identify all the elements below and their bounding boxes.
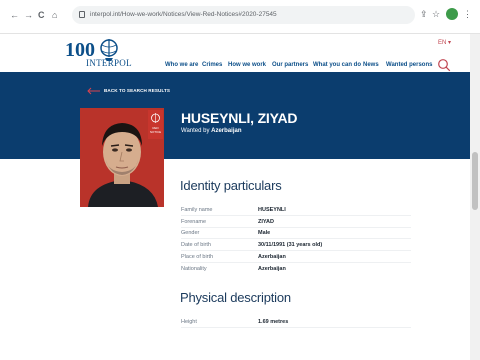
badge-label: RED NOTICE: [149, 126, 162, 134]
identity-label: Date of birth: [181, 242, 211, 248]
search-icon[interactable]: [437, 58, 451, 72]
bookmark-star-icon[interactable]: ☆: [432, 9, 440, 19]
identity-value: Azerbaijan: [258, 266, 286, 272]
nav-what-you-can-do[interactable]: What you can do: [313, 61, 361, 69]
language-selector[interactable]: EN ▾: [438, 39, 451, 46]
person-name: HUSEYNLI, ZIYAD: [181, 110, 298, 126]
profile-avatar-icon[interactable]: [446, 8, 458, 20]
identity-label: Place of birth: [181, 254, 214, 260]
address-bar[interactable]: interpol.int/How-we-work/Notices/View-Re…: [72, 6, 415, 24]
browser-toolbar: ← → C ⌂ interpol.int/How-we-work/Notices…: [0, 0, 480, 34]
nav-wanted-persons[interactable]: Wanted persons: [386, 61, 432, 69]
row-divider: [181, 250, 411, 251]
physical-description-heading: Physical description: [180, 290, 291, 305]
wanted-by: Wanted by Azerbaijan: [181, 128, 241, 134]
wanted-by-country: Azerbaijan: [211, 128, 242, 134]
page: ← → C ⌂ interpol.int/How-we-work/Notices…: [0, 0, 480, 360]
logo-text: INTERPOL: [86, 58, 132, 68]
forward-arrow-icon[interactable]: →: [24, 10, 33, 20]
identity-value: HUSEYNLI: [258, 207, 286, 213]
nav-who-we-are[interactable]: Who we are: [165, 61, 198, 69]
identity-label: Family name: [181, 207, 213, 213]
nav-our-partners[interactable]: Our partners: [272, 61, 308, 69]
identity-value: Azerbaijan: [258, 254, 286, 260]
identity-label: Forename: [181, 219, 207, 225]
page-scrollbar[interactable]: [470, 34, 480, 360]
identity-label: Gender: [181, 230, 200, 236]
row-divider: [181, 327, 411, 328]
identity-value: 30/11/1991 (31 years old): [258, 242, 323, 248]
interpol-emblem-icon: [151, 113, 160, 123]
nav-news[interactable]: News: [363, 61, 379, 69]
identity-label: Nationality: [181, 266, 207, 272]
back-link-label: BACK TO SEARCH RESULTS: [104, 88, 171, 93]
nav-crimes[interactable]: Crimes: [202, 61, 222, 69]
identity-row-nationality: Nationality Azerbaijan: [181, 265, 421, 275]
back-arrow-icon[interactable]: ←: [10, 10, 19, 20]
lock-icon: [79, 11, 85, 18]
identity-value: Male: [258, 230, 271, 236]
identity-value: ZIYAD: [258, 219, 274, 225]
row-divider: [181, 262, 411, 263]
scrollbar-thumb[interactable]: [472, 152, 478, 210]
row-divider: [181, 215, 411, 216]
reload-icon[interactable]: C: [38, 10, 45, 20]
arrow-left-icon: [87, 87, 100, 95]
wanted-by-label: Wanted by: [181, 128, 210, 134]
browser-menu-icon[interactable]: ⋮: [463, 9, 472, 19]
red-notice-badge: RED NOTICE: [148, 110, 163, 139]
share-icon[interactable]: ⇪: [420, 9, 428, 19]
nav-how-we-work[interactable]: How we work: [228, 61, 266, 69]
home-icon[interactable]: ⌂: [52, 10, 57, 20]
row-divider: [181, 227, 411, 228]
site-header: 100 INTERPOL Who we are Crimes How we wo…: [0, 34, 470, 72]
identity-particulars-heading: Identity particulars: [180, 178, 282, 193]
row-divider: [181, 238, 411, 239]
url-text: interpol.int/How-we-work/Notices/View-Re…: [90, 11, 277, 18]
physical-value: 1.69 metres: [258, 319, 289, 325]
physical-label: Height: [181, 319, 197, 325]
